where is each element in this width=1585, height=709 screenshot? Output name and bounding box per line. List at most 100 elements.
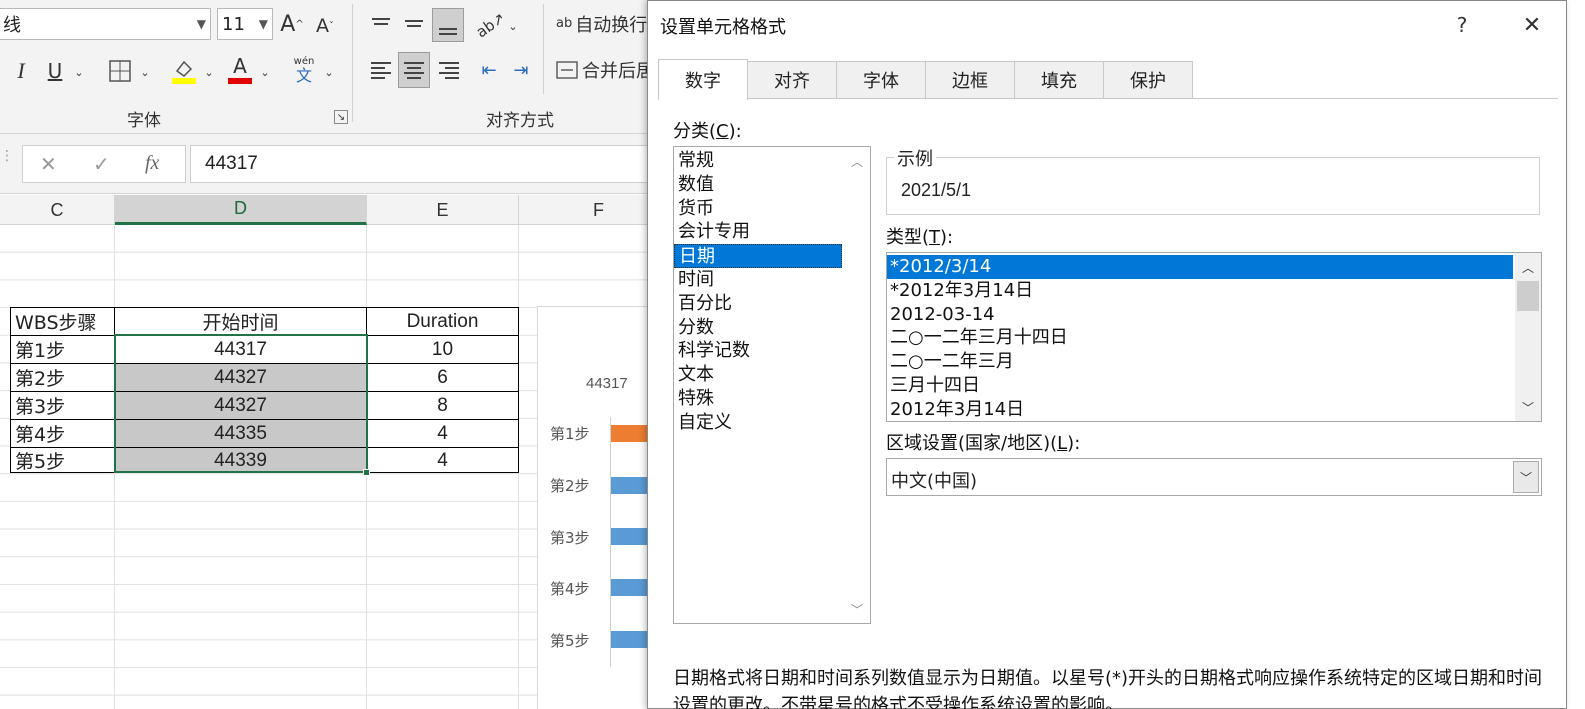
table-header-cell[interactable]: WBS步骤 — [11, 308, 115, 336]
align-middle-button[interactable] — [401, 10, 427, 36]
enter-icon[interactable]: ✓ — [93, 152, 110, 176]
category-list[interactable]: 常规 数值 货币 会计专用 日期 时间 百分比 分数 科学记数 文本 特殊 自定… — [673, 146, 871, 624]
help-button[interactable]: ? — [1442, 7, 1482, 43]
list-item[interactable]: 会计专用 — [674, 220, 870, 244]
scrollbar-thumb[interactable] — [1517, 281, 1539, 311]
decrease-indent-button[interactable]: ⇤ — [476, 56, 502, 84]
fill-color-button[interactable] — [170, 56, 198, 86]
table-cell[interactable]: 10 — [367, 336, 518, 364]
table-cell[interactable]: 4 — [367, 448, 518, 473]
list-item[interactable]: 2012-03-14 — [887, 303, 1513, 327]
list-item-selected[interactable]: *2012/3/14 — [887, 255, 1513, 279]
locale-select[interactable]: 中文(中国) ﹀ — [886, 458, 1542, 496]
type-list[interactable]: *2012/3/14 *2012年3月14日 2012-03-14 二○一二年三… — [886, 252, 1542, 422]
list-item[interactable]: 货币 — [674, 197, 870, 221]
list-item[interactable]: 常规 — [674, 149, 870, 173]
scroll-down-icon[interactable]: ﹀ — [844, 597, 870, 621]
chevron-down-icon: ▼ — [258, 17, 268, 31]
paint-bucket-icon — [172, 60, 196, 84]
list-item[interactable]: 二○一二年三月十四日 — [887, 326, 1513, 350]
table-cell[interactable]: 第5步 — [11, 448, 115, 473]
table-cell-selected[interactable]: 44327 — [115, 392, 367, 420]
tab-alignment[interactable]: 对齐 — [748, 61, 837, 99]
close-button[interactable]: ✕ — [1512, 7, 1552, 43]
cancel-icon[interactable]: ✕ — [40, 152, 57, 176]
table-cell[interactable]: 4 — [367, 420, 518, 448]
table-header-cell[interactable]: 开始时间 — [115, 308, 367, 336]
column-header-d[interactable]: D — [115, 195, 367, 225]
merge-center-button[interactable]: 合并后居 — [556, 56, 656, 84]
underline-button[interactable]: U — [42, 56, 68, 86]
locale-dropdown-button[interactable]: ﹀ — [1513, 461, 1539, 493]
align-right-button[interactable] — [436, 56, 462, 84]
column-header-e[interactable]: E — [367, 195, 519, 225]
borders-dropdown[interactable]: ⌄ — [138, 62, 152, 82]
font-name-combo[interactable]: 线 ▼ — [0, 8, 211, 40]
tab-fill[interactable]: 填充 — [1015, 61, 1104, 99]
list-item[interactable]: 数值 — [674, 173, 870, 197]
table-cell[interactable]: 6 — [367, 364, 518, 392]
phonetic-top: wén — [293, 55, 315, 67]
table-cell[interactable]: 8 — [367, 392, 518, 420]
chart-bar — [611, 579, 651, 596]
scroll-down-icon[interactable]: ﹀ — [1515, 395, 1541, 419]
italic-button[interactable]: I — [8, 56, 34, 86]
formula-input[interactable]: 44317 — [190, 145, 660, 183]
chevron-down-icon: ⌄ — [74, 65, 84, 79]
type-scrollbar[interactable]: ︿ ﹀ — [1515, 253, 1541, 421]
list-item[interactable]: 时间 — [674, 268, 870, 292]
chart-bar — [611, 477, 651, 494]
list-item[interactable]: *2012年3月14日 — [887, 279, 1513, 303]
table-cell[interactable]: 第3步 — [11, 392, 115, 420]
tab-border[interactable]: 边框 — [926, 61, 1015, 99]
phonetic-button[interactable]: wén 文 — [290, 54, 318, 86]
table-header-cell[interactable]: Duration — [367, 308, 518, 336]
fill-color-dropdown[interactable]: ⌄ — [202, 62, 216, 82]
scroll-up-icon[interactable]: ︿ — [844, 149, 870, 173]
table-cell-selected[interactable]: 44335 — [115, 420, 367, 448]
list-item[interactable]: 特殊 — [674, 387, 870, 411]
font-color-dropdown[interactable]: ⌄ — [258, 62, 272, 82]
table-cell-selected[interactable]: 44339 — [115, 448, 367, 473]
wrap-text-button[interactable]: ab 自动换行 — [556, 10, 652, 38]
grow-font-button[interactable]: A ^ — [280, 10, 304, 38]
align-left-button[interactable] — [368, 56, 394, 84]
align-top-button[interactable] — [368, 10, 394, 36]
list-item[interactable]: 文本 — [674, 363, 870, 387]
underline-dropdown[interactable]: ⌄ — [72, 62, 86, 82]
tab-font[interactable]: 字体 — [837, 61, 926, 99]
list-item[interactable]: 三月十四日 — [887, 374, 1513, 398]
table-cell-active[interactable]: 44317 — [115, 336, 367, 364]
scroll-up-icon[interactable]: ︿ — [1515, 255, 1541, 279]
orientation-dropdown[interactable]: ⌄ — [506, 16, 520, 36]
font-color-button[interactable]: A — [226, 54, 254, 86]
borders-button[interactable] — [106, 58, 134, 84]
tab-protection[interactable]: 保护 — [1104, 61, 1193, 99]
table-cell[interactable]: 第1步 — [11, 336, 115, 364]
list-item[interactable]: 分数 — [674, 316, 870, 340]
orientation-button[interactable]: ab↗ — [473, 9, 509, 42]
table-cell-selected[interactable]: 44327 — [115, 364, 367, 392]
category-scrollbar[interactable]: ︿ ﹀ — [844, 147, 870, 623]
phonetic-dropdown[interactable]: ⌄ — [322, 62, 336, 82]
tab-number[interactable]: 数字 — [658, 59, 748, 100]
list-item[interactable]: 二○一二年三月 — [887, 350, 1513, 374]
list-item[interactable]: 自定义 — [674, 411, 870, 435]
align-center-button[interactable] — [398, 52, 430, 88]
chart-bar — [611, 425, 651, 442]
table-cell[interactable]: 第2步 — [11, 364, 115, 392]
shrink-font-button[interactable]: Aˇ — [314, 12, 336, 40]
font-size-combo[interactable]: 11 ▼ — [217, 8, 273, 40]
font-dialog-launcher-icon[interactable]: ↘ — [334, 110, 348, 124]
list-item-selected[interactable]: 日期 — [674, 244, 842, 268]
list-item[interactable]: 百分比 — [674, 292, 870, 316]
column-header-c[interactable]: C — [0, 195, 115, 225]
increase-indent-button[interactable]: ⇥ — [508, 56, 534, 84]
insert-function-icon[interactable]: fx — [145, 152, 159, 175]
align-bottom-button[interactable] — [432, 8, 464, 42]
chart-axis-label: 44317 — [586, 375, 628, 392]
list-item[interactable]: 科学记数 — [674, 339, 870, 363]
list-item[interactable]: 2012年3月14日 — [887, 398, 1513, 421]
table-cell[interactable]: 第4步 — [11, 420, 115, 448]
fill-handle[interactable] — [363, 469, 370, 476]
